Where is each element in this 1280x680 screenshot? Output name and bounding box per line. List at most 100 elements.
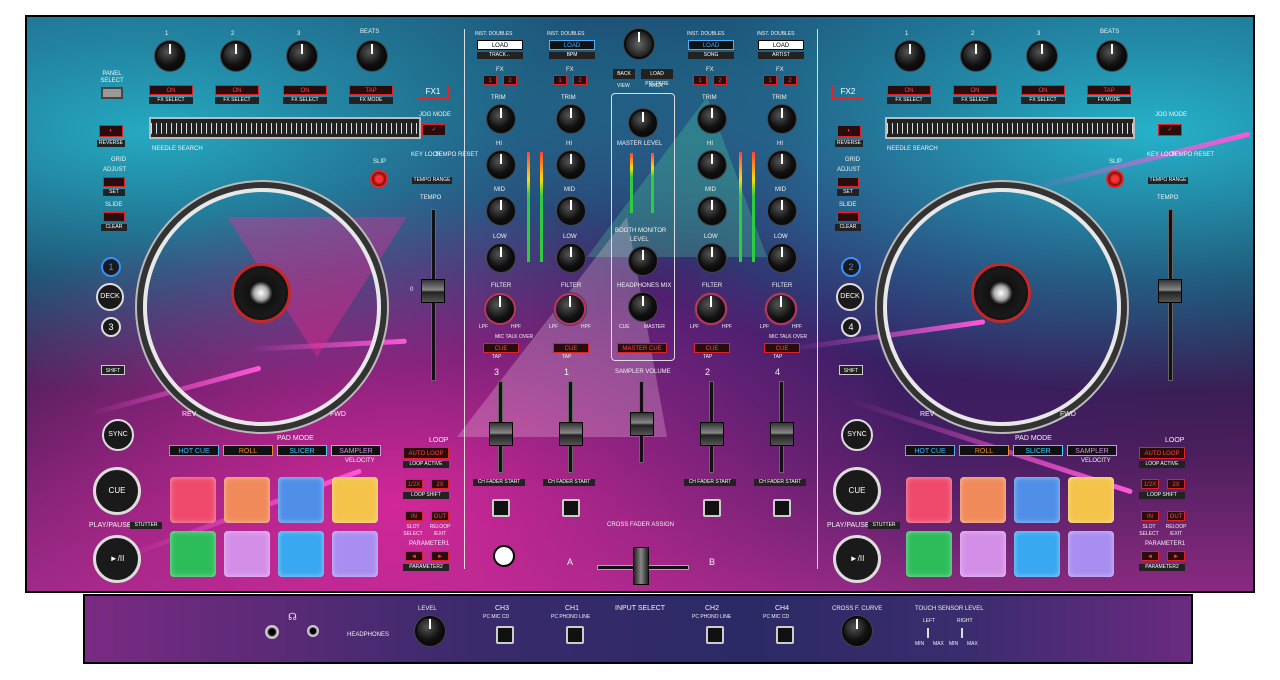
fx2-on-button-2[interactable]: ON bbox=[953, 85, 997, 95]
load-button-ch3[interactable]: LOAD bbox=[477, 40, 523, 50]
loop-double-button[interactable]: 2X bbox=[1167, 479, 1185, 489]
parameter-plus-button[interactable]: ► bbox=[1167, 551, 1185, 561]
tempo-slider-knob[interactable] bbox=[1158, 279, 1182, 303]
ch2-hi-knob[interactable] bbox=[698, 151, 726, 179]
cue-button[interactable]: CUE bbox=[833, 467, 881, 515]
ch4-fx1-button[interactable]: 1 bbox=[763, 75, 777, 85]
pad-mode-roll[interactable]: ROLL bbox=[959, 445, 1009, 456]
pad-mode-slicer[interactable]: SLICER bbox=[277, 445, 327, 456]
loop-double-button[interactable]: 2X bbox=[431, 479, 449, 489]
performance-pad-7[interactable] bbox=[1014, 531, 1060, 577]
grid-adjust-button[interactable] bbox=[837, 177, 859, 187]
fx2-knob-3[interactable] bbox=[1027, 41, 1057, 71]
parameter-minus-button[interactable]: ◄ bbox=[1141, 551, 1159, 561]
performance-pad-5[interactable] bbox=[906, 531, 952, 577]
ch4-fader-knob[interactable] bbox=[770, 422, 794, 446]
shift-button[interactable]: SHIFT bbox=[101, 365, 125, 375]
jog-mode-button[interactable]: ✓ bbox=[1158, 124, 1182, 136]
touch-right-switch[interactable] bbox=[961, 628, 963, 638]
loop-half-button[interactable]: 1/2X bbox=[1141, 479, 1159, 489]
cue-button[interactable]: CUE bbox=[93, 467, 141, 515]
performance-pad-6[interactable] bbox=[960, 531, 1006, 577]
crossfader-knob[interactable] bbox=[633, 547, 649, 585]
ch3-hi-knob[interactable] bbox=[487, 151, 515, 179]
play-pause-button[interactable]: ►/II bbox=[833, 535, 881, 583]
sync-button[interactable]: SYNC bbox=[102, 419, 134, 451]
reverse-button[interactable]: ◐ bbox=[837, 125, 861, 137]
loop-out-button[interactable]: OUT bbox=[1167, 511, 1185, 521]
ch3-filter-knob[interactable] bbox=[484, 293, 516, 325]
headphones-level-knob[interactable] bbox=[415, 616, 445, 646]
needle-search-strip[interactable] bbox=[149, 117, 421, 139]
ch1-input-select-switch[interactable] bbox=[566, 626, 584, 644]
reverse-button[interactable]: ◐ bbox=[99, 125, 123, 137]
pad-mode-hot-cue[interactable]: HOT CUE bbox=[169, 445, 219, 456]
performance-pad-3[interactable] bbox=[1014, 477, 1060, 523]
performance-pad-6[interactable] bbox=[224, 531, 270, 577]
ch1-crossfader-assign-switch[interactable] bbox=[562, 499, 580, 517]
ch3-crossfader-assign-switch[interactable] bbox=[492, 499, 510, 517]
cross-fader-curve-knob[interactable] bbox=[842, 616, 872, 646]
fx1-on-button-1[interactable]: ON bbox=[149, 85, 193, 95]
ch2-fx1-button[interactable]: 1 bbox=[693, 75, 707, 85]
load-prepare-button[interactable]: LOAD PREPARE bbox=[641, 69, 673, 87]
headphone-jack-large[interactable] bbox=[265, 625, 279, 639]
ch4-input-select-switch[interactable] bbox=[776, 626, 794, 644]
ch1-low-knob[interactable] bbox=[557, 244, 585, 272]
performance-pad-2[interactable] bbox=[960, 477, 1006, 523]
ch1-fx1-button[interactable]: 1 bbox=[553, 75, 567, 85]
ch2-filter-knob[interactable] bbox=[695, 293, 727, 325]
slip-button[interactable] bbox=[1106, 170, 1124, 188]
ch4-cue-button[interactable]: CUE bbox=[764, 343, 800, 353]
deck-select-button[interactable]: DECK bbox=[836, 283, 864, 311]
performance-pad-5[interactable] bbox=[170, 531, 216, 577]
grid-adjust-button[interactable] bbox=[103, 177, 125, 187]
ch1-hi-knob[interactable] bbox=[557, 151, 585, 179]
ch1-trim-knob[interactable] bbox=[557, 105, 585, 133]
fx1-tap-button[interactable]: TAP bbox=[349, 85, 393, 95]
tempo-slider-knob[interactable] bbox=[421, 279, 445, 303]
master-cue-button[interactable]: MASTER CUE bbox=[617, 343, 667, 353]
auto-loop-button[interactable]: AUTO LOOP bbox=[1139, 447, 1185, 459]
back-button[interactable]: BACK bbox=[613, 69, 635, 79]
ch2-low-knob[interactable] bbox=[698, 244, 726, 272]
parameter-minus-button[interactable]: ◄ bbox=[405, 551, 423, 561]
fx1-knob-3[interactable] bbox=[287, 41, 317, 71]
ch4-filter-knob[interactable] bbox=[765, 293, 797, 325]
ch2-crossfader-assign-switch[interactable] bbox=[703, 499, 721, 517]
ch4-mid-knob[interactable] bbox=[768, 197, 796, 225]
ch3-low-knob[interactable] bbox=[487, 244, 515, 272]
ch2-fader-knob[interactable] bbox=[700, 422, 724, 446]
ch3-fader-knob[interactable] bbox=[489, 422, 513, 446]
tempo-range-button[interactable]: TEMPO RANGE bbox=[412, 177, 452, 184]
deck-select-button[interactable]: DECK bbox=[96, 283, 124, 311]
performance-pad-8[interactable] bbox=[1068, 531, 1114, 577]
fx1-knob-1[interactable] bbox=[155, 41, 185, 71]
ch2-mid-knob[interactable] bbox=[698, 197, 726, 225]
fx2-on-button-3[interactable]: ON bbox=[1021, 85, 1065, 95]
ch1-fx2-button[interactable]: 2 bbox=[573, 75, 587, 85]
slip-button[interactable] bbox=[370, 170, 388, 188]
performance-pad-4[interactable] bbox=[1068, 477, 1114, 523]
ch4-trim-knob[interactable] bbox=[768, 105, 796, 133]
fx1-on-button-3[interactable]: ON bbox=[283, 85, 327, 95]
fx2-knob-2[interactable] bbox=[961, 41, 991, 71]
fx1-knob-beats[interactable] bbox=[357, 41, 387, 71]
browse-rotary-knob[interactable] bbox=[624, 29, 654, 59]
ch1-mid-knob[interactable] bbox=[557, 197, 585, 225]
fx2-knob-1[interactable] bbox=[895, 41, 925, 71]
pad-mode-slicer[interactable]: SLICER bbox=[1013, 445, 1063, 456]
jog-mode-button[interactable]: ✓ bbox=[422, 124, 446, 136]
grid-slide-button[interactable] bbox=[103, 212, 125, 222]
panel-select-button[interactable] bbox=[101, 87, 123, 99]
ch1-filter-knob[interactable] bbox=[554, 293, 586, 325]
ch4-hi-knob[interactable] bbox=[768, 151, 796, 179]
fx2-tap-button[interactable]: TAP bbox=[1087, 85, 1131, 95]
pad-mode-roll[interactable]: ROLL bbox=[223, 445, 273, 456]
fx2-knob-beats[interactable] bbox=[1097, 41, 1127, 71]
ch3-mid-knob[interactable] bbox=[487, 197, 515, 225]
auto-loop-button[interactable]: AUTO LOOP bbox=[403, 447, 449, 459]
sampler-volume-knob[interactable] bbox=[630, 412, 654, 436]
parameter-plus-button[interactable]: ► bbox=[431, 551, 449, 561]
tempo-range-button[interactable]: TEMPO RANGE bbox=[1148, 177, 1188, 184]
